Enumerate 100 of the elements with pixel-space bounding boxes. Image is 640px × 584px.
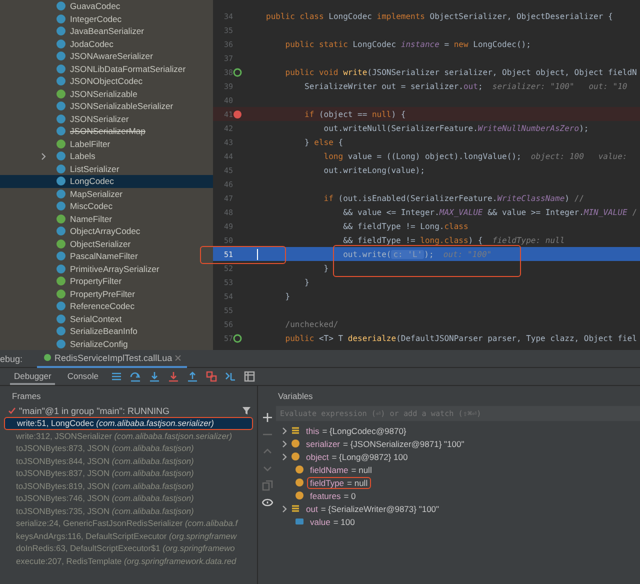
tree-item[interactable]: JSONObjectCodec xyxy=(0,75,213,88)
tree-item[interactable]: MapSerializer xyxy=(0,188,213,200)
step-over-icon[interactable] xyxy=(130,371,141,382)
interface-icon xyxy=(56,238,66,249)
force-step-into-icon[interactable] xyxy=(168,371,179,382)
code-line: out.write( c: 'L' ); out: "100" xyxy=(250,248,640,260)
tree-item[interactable]: SerialContext xyxy=(0,312,213,325)
tree-item[interactable]: PropertyFilter xyxy=(0,275,213,288)
stack-frame[interactable]: toJSONBytes:735, JSON (com.alibaba.fastjson) xyxy=(4,504,253,517)
tree-item[interactable]: PropertyPreFilter xyxy=(0,288,213,300)
run-config-icon xyxy=(42,353,52,362)
variable-entry[interactable]: object = {Long@9872} 100 xyxy=(303,450,411,462)
variable-entry[interactable]: serializer = {JSONSerializer@9871} "100" xyxy=(303,438,468,450)
step-into-icon[interactable] xyxy=(148,371,160,382)
add-icon[interactable] xyxy=(262,412,272,423)
code-line: && fieldType != long.class) { fieldType: null xyxy=(342,236,566,244)
class-icon xyxy=(56,176,66,186)
menu-icon[interactable] xyxy=(110,371,122,382)
stack-frame[interactable]: write:51, LongCodec (com.alibaba.fastjson.serializer) xyxy=(4,417,253,430)
stack-frame[interactable]: toJSONBytes:819, JSON (com.alibaba.fastjson) xyxy=(4,480,253,492)
tree-item[interactable]: NameFilter xyxy=(0,212,213,225)
variable-entry[interactable]: features = 0 xyxy=(307,490,359,502)
code-line: && fieldType != Long.class xyxy=(342,222,470,230)
code-line: } xyxy=(304,278,310,286)
code-line: } xyxy=(284,292,292,300)
class-icon xyxy=(56,101,66,112)
interface-icon xyxy=(56,138,66,149)
tree-item[interactable]: MiscCodec xyxy=(0,200,213,212)
override-icon[interactable] xyxy=(233,334,242,342)
chevron-icon[interactable] xyxy=(41,153,47,160)
tree-item[interactable]: ReferenceCodec xyxy=(0,300,213,312)
tree-item[interactable]: SerializeConfig xyxy=(0,338,213,350)
session-tab[interactable]: RedisServiceImplTest.callLua xyxy=(36,350,188,368)
code-line: SerializeWriter out = serializer.out; serializer: "100" out: "10 xyxy=(304,82,628,90)
stack-frame[interactable]: toJSONBytes:844, JSON (com.alibaba.fastjson) xyxy=(4,454,253,467)
tree-item[interactable]: GuavaCodec xyxy=(0,0,213,12)
class-icon xyxy=(56,338,66,349)
tree-item[interactable]: JSONSerializer xyxy=(0,112,213,125)
class-icon xyxy=(56,14,66,24)
thread-selector[interactable]: "main"@1 in group "main": RUNNING xyxy=(19,406,239,416)
tree-item[interactable]: LongCodec xyxy=(0,175,213,188)
class-icon xyxy=(56,164,66,174)
tree-item[interactable]: IntegerCodec xyxy=(0,12,213,25)
evaluate-icon[interactable] xyxy=(244,371,255,382)
stack-frame[interactable]: toJSONBytes:873, JSON (com.alibaba.fastjson) xyxy=(4,442,253,454)
interface-icon xyxy=(56,214,66,224)
stack-frame[interactable]: keysAndArgs:116, DefaultScriptExecutor (org.springframew xyxy=(4,530,253,542)
class-icon xyxy=(56,314,66,324)
code-line: if (object == null) { xyxy=(304,110,407,118)
stack-frame[interactable]: write:312, JSONSerializer (com.alibaba.fastjson.serializer) xyxy=(4,430,253,442)
tree-item[interactable]: JSONSerializerMap xyxy=(0,125,213,138)
class-icon xyxy=(56,251,66,262)
tree-item[interactable]: SerializeBeanInfo xyxy=(0,325,213,338)
code-line: } xyxy=(322,264,330,272)
tree-item[interactable]: JavaBeanSerializer xyxy=(0,25,213,38)
tree-item[interactable]: JSONAwareSerializer xyxy=(0,50,213,62)
variable-entry[interactable]: fieldName = null xyxy=(307,464,375,476)
tree-item[interactable]: ListSerializer xyxy=(0,162,213,175)
code-line: out.writeLong(value); xyxy=(322,166,426,174)
eye-icon[interactable] xyxy=(262,497,272,508)
stack-frame[interactable]: execute:207, RedisTemplate (org.springframework.data.red xyxy=(4,554,253,567)
code-line: public <T> T deserialze(DefaultJSONParser parser, Type clazz, Object fiel xyxy=(284,334,638,342)
tree-item[interactable]: Labels xyxy=(0,150,213,162)
tree-item[interactable]: JSONLibDataFormatSerializer xyxy=(0,62,213,75)
variable-entry[interactable]: this = {LongCodec@9870} xyxy=(303,424,410,436)
stack-frame[interactable]: toJSONBytes:837, JSON (com.alibaba.fastjson) xyxy=(4,467,253,480)
class-icon xyxy=(56,26,66,36)
panel-tab[interactable]: Debugger xyxy=(10,368,56,385)
close-icon[interactable] xyxy=(175,354,182,360)
breakpoint-icon[interactable] xyxy=(233,110,242,118)
class-icon xyxy=(56,188,66,199)
tree-item[interactable]: LabelFilter xyxy=(0,138,213,150)
step-out-icon[interactable] xyxy=(186,371,198,382)
tree-item[interactable]: ObjectArrayCodec xyxy=(0,225,213,238)
tree-item[interactable]: PascalNameFilter xyxy=(0,250,213,262)
code-line: /unchecked/ xyxy=(284,320,340,328)
stack-frame[interactable]: toJSONBytes:746, JSON (com.alibaba.fastjson) xyxy=(4,492,253,504)
class-icon xyxy=(56,151,66,162)
variable-entry[interactable]: out = {SerializeWriter@9873} "100" xyxy=(303,502,442,514)
stack-frame[interactable]: doInRedis:63, DefaultScriptExecutor$1 (org.springframewo xyxy=(4,542,253,554)
run-to-cursor-icon[interactable] xyxy=(224,371,236,382)
variable-entry[interactable]: value = 100 xyxy=(307,516,358,528)
variable-entry[interactable]: fieldType = null xyxy=(307,476,371,488)
class-icon xyxy=(56,51,66,62)
tree-item[interactable]: JSONSerializable xyxy=(0,88,213,100)
variables-title: Variables xyxy=(277,390,314,403)
tree-item[interactable]: ObjectSerializer xyxy=(0,238,213,250)
drop-frame-icon[interactable] xyxy=(206,371,217,382)
check-icon xyxy=(8,406,16,414)
stack-frame[interactable]: serialize:24, GenericFastJsonRedisSerializer (com.alibaba.f xyxy=(4,517,253,530)
override-icon[interactable] xyxy=(233,68,242,76)
class-icon xyxy=(56,226,66,236)
filter-icon[interactable] xyxy=(242,406,251,415)
list-icon xyxy=(291,426,300,435)
frames-title: Frames xyxy=(11,390,42,403)
tree-item[interactable]: JodaCodec xyxy=(0,38,213,50)
tree-item[interactable]: PrimitiveArraySerializer xyxy=(0,262,213,275)
class-icon xyxy=(56,1,66,12)
tree-item[interactable]: JSONSerializableSerializer xyxy=(0,100,213,112)
panel-tab[interactable]: Console xyxy=(63,368,103,385)
